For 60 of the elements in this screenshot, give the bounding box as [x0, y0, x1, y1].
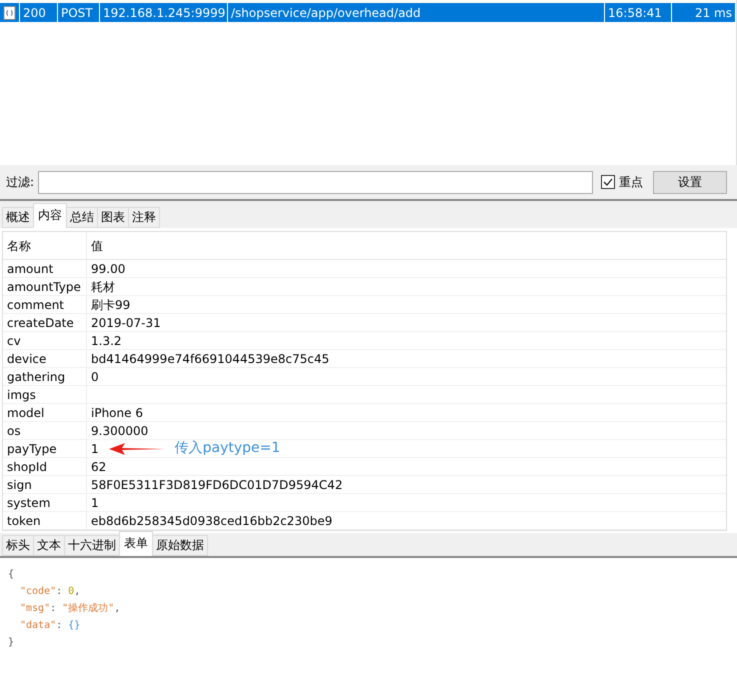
- param-name-cell: token: [3, 512, 87, 529]
- session-host-cell: 192.168.1.245:9999: [100, 3, 228, 22]
- tab[interactable]: 总结: [66, 207, 98, 228]
- session-url-cell: /shopservice/app/overhead/add: [228, 3, 605, 22]
- code-line: "data": {}: [19, 619, 82, 633]
- param-name-cell: imgs: [3, 386, 87, 403]
- tab[interactable]: 文本: [33, 535, 65, 556]
- session-time-cell: 16:58:41: [605, 3, 672, 22]
- param-value-cell-text: bd41464999e74f6691044539e8c75c45: [91, 350, 330, 368]
- param-name-cell: gathering: [3, 368, 87, 385]
- param-name-cell: system: [3, 494, 87, 511]
- code-line: "code": 0,: [19, 585, 82, 599]
- param-value-cell-text: 刷卡99: [91, 296, 130, 314]
- param-value-cell-text: 耗材: [91, 278, 115, 296]
- emphasis-label: 重点: [619, 174, 643, 191]
- code-line: "msg": "操作成功",: [19, 602, 122, 616]
- param-value-cell-text: 99.00: [91, 260, 126, 278]
- tab[interactable]: 概述: [2, 207, 34, 228]
- param-value-cell-text: 1.3.2: [91, 332, 122, 350]
- param-name-cell: os: [3, 422, 87, 439]
- param-name-cell: createDate: [3, 314, 87, 331]
- param-value-cell-text: 1: [91, 440, 99, 458]
- param-name-cell: payType: [3, 440, 87, 457]
- tab[interactable]: 表单: [119, 531, 153, 556]
- settings-button[interactable]: 设置: [653, 170, 727, 194]
- emphasis-checkbox[interactable]: [601, 175, 615, 189]
- column-header[interactable]: 名称: [3, 232, 87, 259]
- tab[interactable]: 图表: [97, 207, 129, 228]
- filter-input[interactable]: [38, 170, 593, 194]
- param-value-cell-text: 0: [91, 368, 99, 386]
- param-value-cell-text: iPhone 6: [91, 404, 143, 422]
- column-header[interactable]: 值: [87, 232, 103, 259]
- param-name-cell: amountType: [3, 278, 87, 295]
- file-icon: [3, 4, 16, 20]
- param-name-cell: amount: [3, 260, 87, 277]
- tab[interactable]: 原始数据: [152, 535, 208, 556]
- session-row[interactable]: 200 POST 192.168.1.245:9999 /shopservice/app/overhead/add 16:58:41 21 ms: [0, 3, 736, 22]
- param-value-cell-text: 9.300000: [91, 422, 148, 440]
- session-method-cell: POST: [58, 3, 100, 22]
- param-name-cell: sign: [3, 476, 87, 493]
- code-line: {: [8, 568, 16, 582]
- param-value-cell-text: 1: [91, 494, 99, 512]
- param-name-cell: comment: [3, 296, 87, 313]
- param-value-cell-text: 58F0E5311F3D819FD6DC01D7D9594C42: [91, 476, 343, 494]
- code-line: }: [8, 636, 16, 650]
- tab[interactable]: 注释: [128, 207, 160, 228]
- tab[interactable]: 标头: [2, 535, 34, 556]
- filter-label: 过滤:: [6, 174, 34, 191]
- param-value-cell-text: 2019-07-31: [91, 314, 161, 332]
- session-result-cell: 200: [20, 3, 58, 22]
- tab[interactable]: 内容: [33, 203, 67, 228]
- param-value-cell-text: eb8d6b258345d0938ced16bb2c230be9: [91, 512, 332, 530]
- annotation-text: 传入paytype=1: [174, 439, 280, 458]
- param-name-cell: device: [3, 350, 87, 367]
- session-duration-cell: 21 ms: [672, 3, 736, 22]
- param-value-cell-text: 62: [91, 458, 106, 476]
- tab[interactable]: 十六进制: [64, 535, 120, 556]
- param-name-cell: model: [3, 404, 87, 421]
- param-name-cell: shopId: [3, 458, 87, 475]
- param-name-cell: cv: [3, 332, 87, 349]
